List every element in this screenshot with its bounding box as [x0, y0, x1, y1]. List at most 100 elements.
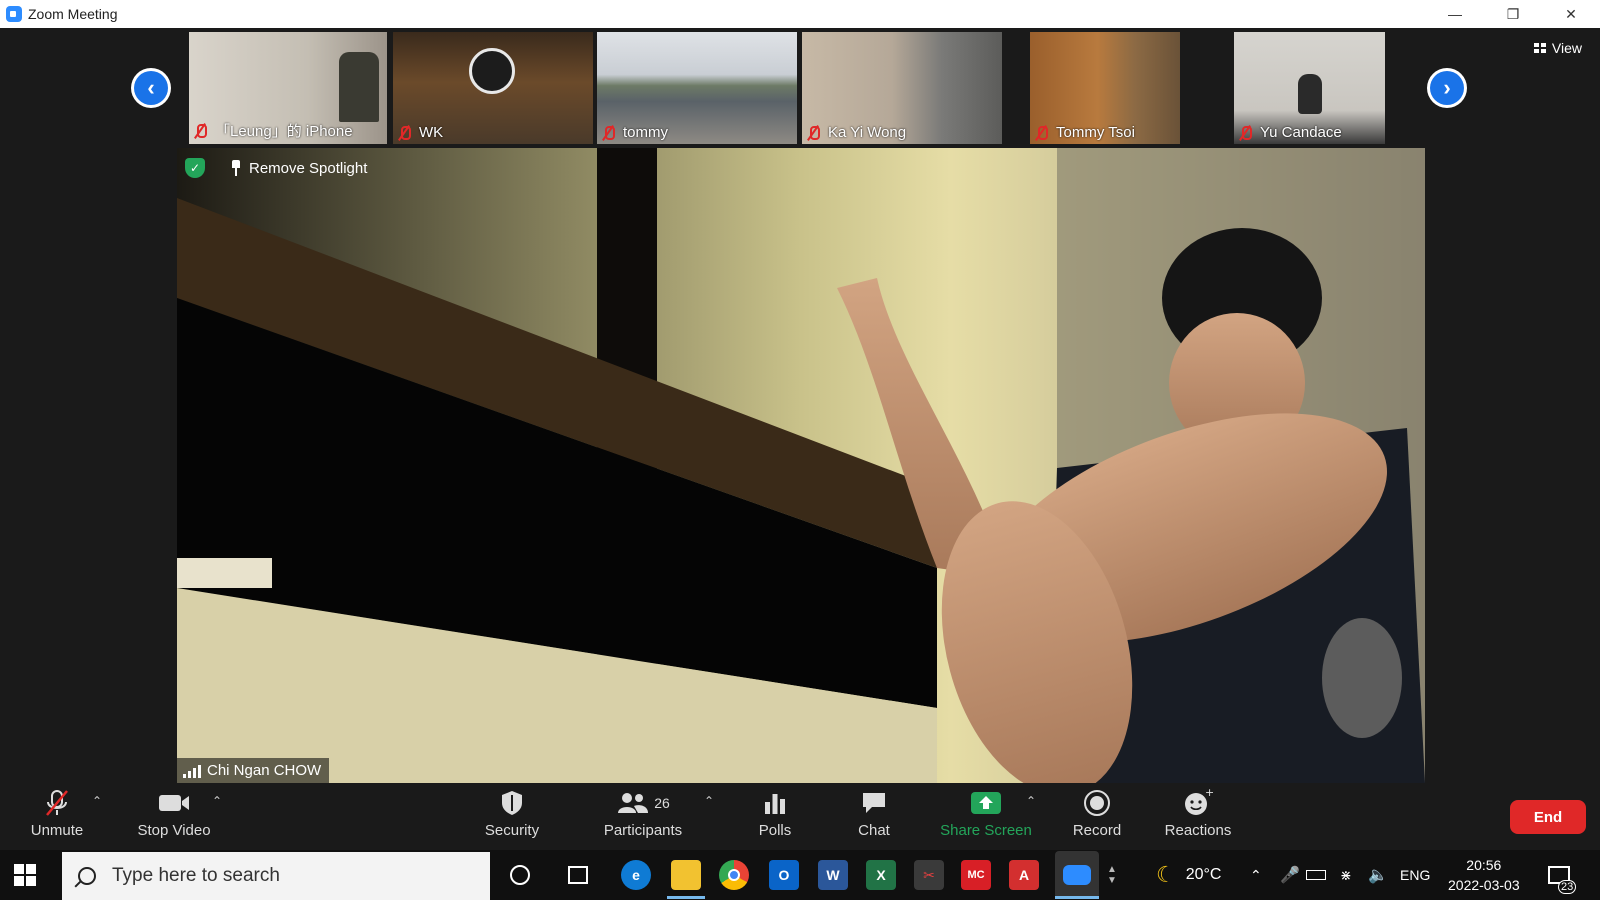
- tile-scene: [1298, 74, 1322, 114]
- record-button[interactable]: Record: [1068, 786, 1126, 850]
- video-camera-icon: [157, 786, 191, 820]
- participants-count: 26: [654, 795, 670, 811]
- participant-tile[interactable]: 「Leung」的 iPhone: [189, 32, 387, 144]
- cortana-icon[interactable]: [505, 860, 535, 890]
- microphone-icon: 🎤: [1280, 867, 1300, 884]
- edge-browser-icon[interactable]: e: [621, 860, 651, 890]
- volume-icon[interactable]: 🔈: [1368, 850, 1388, 900]
- participant-tile[interactable]: Tommy Tsoi: [1030, 32, 1180, 144]
- moon-icon: ☾: [1156, 862, 1176, 887]
- speaker-name-label: Chi Ngan CHOW: [177, 758, 330, 783]
- chrome-icon[interactable]: [719, 860, 749, 890]
- polls-button[interactable]: Polls: [752, 786, 798, 850]
- taskbar-scroll-icon[interactable]: ▲ ▼: [1104, 860, 1120, 890]
- participant-name: tommy: [601, 124, 668, 141]
- mic-muted-icon: [397, 125, 411, 141]
- share-options-caret-icon[interactable]: ⌃: [1026, 794, 1036, 808]
- pin-icon: [231, 160, 241, 176]
- taskbar-search-box[interactable]: Type here to search: [62, 852, 490, 900]
- smiley-plus-icon: +: [1183, 786, 1213, 820]
- mic-muted-icon: [1034, 125, 1048, 141]
- minimize-button[interactable]: —: [1426, 0, 1484, 28]
- close-button[interactable]: ✕: [1542, 0, 1600, 28]
- chat-bubble-icon: [860, 786, 888, 820]
- restore-button[interactable]: ❐: [1484, 0, 1542, 28]
- chevron-left-icon: ‹: [134, 71, 168, 105]
- participant-tile[interactable]: WK: [393, 32, 593, 144]
- end-meeting-button[interactable]: End: [1510, 800, 1586, 834]
- encryption-shield-icon[interactable]: ✓: [185, 158, 205, 178]
- audio-options-caret-icon[interactable]: ⌃: [92, 794, 102, 808]
- gallery-strip: ‹ 「Leung」的 iPhone WK tommy Ka Yi Wong To…: [0, 28, 1600, 146]
- participant-name: 「Leung」的 iPhone: [193, 120, 353, 141]
- zoom-app-icon: [6, 6, 22, 22]
- participants-icon: 26: [616, 786, 670, 820]
- mic-muted-icon: [193, 123, 207, 139]
- participant-tile[interactable]: Ka Yi Wong: [802, 32, 1002, 144]
- wifi-icon[interactable]: ⋇: [1340, 850, 1352, 900]
- task-view-icon[interactable]: [563, 860, 593, 890]
- clock[interactable]: 20:56 2022-03-03: [1448, 850, 1520, 900]
- reactions-button[interactable]: + Reactions: [1162, 786, 1234, 850]
- polls-icon: [762, 786, 788, 820]
- spotlight-video: ✓ Remove Spotlight Chi Ngan CHOW: [177, 148, 1425, 783]
- tile-scene: [339, 52, 379, 122]
- windows-taskbar: Type here to search e O W X ✂ MC A ▲ ▼ ☾ …: [0, 850, 1600, 900]
- shield-icon: [499, 786, 525, 820]
- participant-name: Yu Candace: [1238, 124, 1342, 141]
- notification-center-icon[interactable]: 23: [1548, 850, 1577, 900]
- language-indicator[interactable]: ENG: [1400, 850, 1430, 900]
- share-screen-button[interactable]: Share Screen: [938, 786, 1034, 850]
- file-explorer-icon[interactable]: [671, 860, 701, 890]
- windows-start-icon[interactable]: [14, 864, 36, 886]
- show-hidden-icons-icon[interactable]: ⌃: [1250, 850, 1262, 900]
- share-screen-icon: [970, 786, 1002, 820]
- mic-muted-icon: [1238, 125, 1252, 141]
- acrobat-icon[interactable]: A: [1009, 860, 1039, 890]
- spotlight-bar: ✓ Remove Spotlight: [185, 158, 367, 178]
- outlook-icon[interactable]: O: [769, 860, 799, 890]
- view-button[interactable]: View: [1533, 40, 1582, 56]
- unmute-button[interactable]: Unmute: [26, 786, 88, 850]
- mic-muted-icon: [42, 786, 72, 820]
- participant-name: WK: [397, 124, 443, 141]
- participant-tile[interactable]: tommy: [597, 32, 797, 144]
- chat-button[interactable]: Chat: [852, 786, 896, 850]
- window-title: Zoom Meeting: [28, 6, 118, 22]
- participants-options-caret-icon[interactable]: ⌃: [704, 794, 714, 808]
- weather-widget[interactable]: ☾ 20°C: [1156, 850, 1221, 900]
- participant-tile[interactable]: Yu Candace: [1234, 32, 1385, 144]
- record-icon: [1083, 786, 1111, 820]
- notification-count-badge: 23: [1558, 880, 1577, 894]
- excel-icon[interactable]: X: [866, 860, 896, 890]
- zoom-taskbar-icon[interactable]: [1055, 851, 1099, 899]
- svg-text:+: +: [1205, 788, 1213, 799]
- security-button[interactable]: Security: [480, 786, 544, 850]
- chevron-right-icon: ›: [1430, 71, 1464, 105]
- remove-spotlight-button[interactable]: Remove Spotlight: [249, 160, 367, 177]
- snipping-tool-icon[interactable]: ✂: [914, 860, 944, 890]
- active-indicator: [667, 896, 705, 899]
- meeting-toolbar: Unmute ⌃ Stop Video ⌃ Security 26 Partic…: [0, 786, 1600, 850]
- obs-logo-icon: [469, 48, 515, 94]
- window-controls: — ❐ ✕: [1426, 0, 1600, 28]
- tile-scene: [393, 32, 593, 46]
- grid-view-icon: [1533, 43, 1546, 53]
- mic-muted-icon: [601, 125, 615, 141]
- gallery-prev-button[interactable]: ‹: [131, 68, 171, 108]
- participant-name: Tommy Tsoi: [1034, 124, 1135, 141]
- participant-name: Ka Yi Wong: [806, 124, 906, 141]
- mic-muted-icon: [806, 125, 820, 141]
- mc-app-icon[interactable]: MC: [961, 860, 991, 890]
- gallery-next-button[interactable]: ›: [1427, 68, 1467, 108]
- window-titlebar: Zoom Meeting — ❐ ✕: [0, 0, 1600, 28]
- video-frame: [177, 148, 1425, 783]
- word-icon[interactable]: W: [818, 860, 848, 890]
- search-icon: [78, 867, 96, 885]
- video-options-caret-icon[interactable]: ⌃: [212, 794, 222, 808]
- signal-strength-icon: [183, 764, 201, 778]
- battery-icon[interactable]: [1306, 850, 1326, 900]
- stop-video-button[interactable]: Stop Video: [132, 786, 216, 850]
- participants-button[interactable]: 26 Participants: [598, 786, 688, 850]
- active-indicator: [1055, 896, 1099, 899]
